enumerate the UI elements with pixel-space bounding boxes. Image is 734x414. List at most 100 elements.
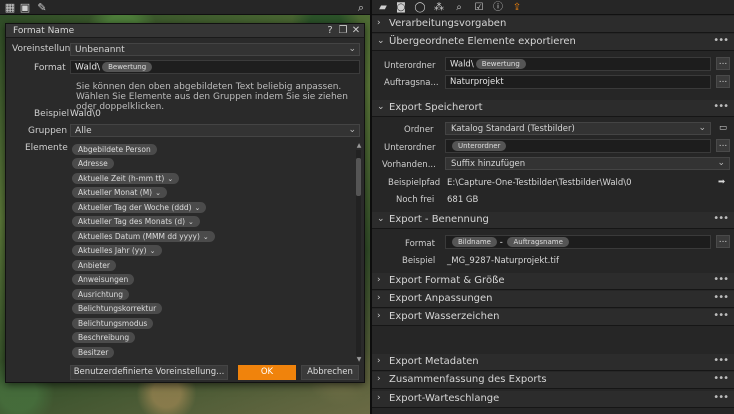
- save-preset-button[interactable]: Benutzerdefinierte Voreinstellung...: [70, 365, 228, 380]
- chevron-down-icon[interactable]: ⌄: [203, 233, 209, 241]
- scrollbar-thumb[interactable]: [356, 158, 361, 196]
- section-wasserzeichen[interactable]: › Export Wasserzeichen •••: [372, 309, 734, 326]
- chevron-down-icon[interactable]: ⌄: [188, 218, 194, 226]
- element-chip[interactable]: Aktuelles Jahr (yy) ⌄: [72, 245, 162, 256]
- groups-value: Alle: [75, 126, 92, 136]
- arrow-right-icon[interactable]: ➡: [718, 177, 725, 187]
- element-chip[interactable]: Beschreibung: [72, 332, 136, 343]
- more-icon[interactable]: •••: [713, 35, 729, 46]
- scroll-down-icon[interactable]: ▼: [356, 356, 362, 363]
- bn-format-label: Format: [405, 239, 435, 249]
- cancel-button[interactable]: Abbrechen: [301, 365, 359, 380]
- example-value: Wald\0: [70, 109, 101, 119]
- more-icon[interactable]: •••: [713, 310, 729, 321]
- info-icon[interactable]: ⓘ: [491, 1, 505, 14]
- check-icon[interactable]: ☑: [472, 1, 486, 14]
- export-icon[interactable]: ⇪: [510, 1, 524, 14]
- section-speicherort[interactable]: ⌄ Export Speicherort •••: [372, 100, 734, 117]
- element-chip[interactable]: Aktueller Tag des Monats (d) ⌄: [72, 216, 200, 227]
- beispielpfad-value: E:\Capture-One-Testbilder\Testbilder\Wal…: [447, 178, 632, 188]
- help-icon[interactable]: ?: [324, 25, 336, 37]
- bn-format-field[interactable]: Bildname - Auftragsname: [445, 235, 711, 249]
- section-zusammenfassung[interactable]: › Zusammenfassung des Exports •••: [372, 372, 734, 389]
- element-chip[interactable]: Besitzer: [72, 347, 115, 358]
- section-warteschlange[interactable]: › Export-Warteschlange •••: [372, 391, 734, 408]
- restore-icon[interactable]: ❐: [337, 25, 349, 37]
- more-icon[interactable]: •••: [713, 392, 729, 403]
- export-panel: ▰ ◙ ◯ ⁂ ⌕ ☑ ⓘ ⇪ › Verarbeitungsvorgaben …: [372, 0, 734, 414]
- display-icon[interactable]: ▣: [18, 1, 32, 14]
- element-chip[interactable]: Belichtungskorrektur: [72, 303, 163, 314]
- chevron-down-icon[interactable]: ⌄: [150, 247, 156, 255]
- bn-token-auftragsname[interactable]: Auftragsname: [507, 237, 569, 247]
- bn-beispiel-label: Beispiel: [402, 256, 436, 266]
- grid-icon[interactable]: ▦: [3, 1, 17, 14]
- unterordner-field[interactable]: Wald\ Bewertung: [445, 57, 711, 71]
- sp-unterordner-token[interactable]: Unterordner: [452, 141, 507, 151]
- sp-unterordner-more-button[interactable]: ...: [716, 139, 730, 152]
- unterordner-token[interactable]: Bewertung: [475, 59, 526, 69]
- section-benennung[interactable]: ⌄ Export - Benennung •••: [372, 212, 734, 229]
- element-chip[interactable]: Belichtungsmodus: [72, 318, 154, 329]
- more-icon[interactable]: •••: [713, 213, 729, 224]
- chevron-down-icon[interactable]: ⌄: [155, 189, 161, 197]
- elements-scrollbar[interactable]: [356, 150, 361, 356]
- folder-icon[interactable]: ▰: [376, 1, 390, 14]
- folder-browse-icon[interactable]: ▭: [719, 123, 727, 133]
- unterordner-more-button[interactable]: ...: [716, 57, 730, 70]
- preset-select[interactable]: Unbenannt ⌄: [70, 43, 360, 56]
- bn-format-more-button[interactable]: ...: [716, 235, 730, 248]
- more-icon[interactable]: •••: [713, 355, 729, 366]
- camera-icon[interactable]: ◙: [394, 1, 408, 14]
- ordner-select[interactable]: Katalog Standard (Testbilder) ⌄: [445, 122, 711, 135]
- unterordner-label: Unterordner: [384, 61, 436, 71]
- auftrag-field[interactable]: Naturprojekt: [445, 75, 711, 89]
- color-icon[interactable]: ⁂: [432, 1, 446, 14]
- bn-beispiel-value: _MG_9287-Naturprojekt.tif: [447, 256, 560, 266]
- close-icon[interactable]: ✕: [350, 25, 362, 37]
- element-chip[interactable]: Aktuelle Zeit (h-mm tt) ⌄: [72, 173, 180, 184]
- preset-label: Voreinstellun: [12, 44, 71, 54]
- section-verarbeitungsvorgaben[interactable]: › Verarbeitungsvorgaben: [372, 16, 734, 33]
- element-chip[interactable]: Abgebildete Person: [72, 144, 157, 155]
- element-chip[interactable]: Ausrichtung: [72, 289, 130, 300]
- chevron-right-icon: ›: [377, 293, 381, 303]
- ok-button[interactable]: OK: [238, 365, 296, 380]
- more-icon[interactable]: •••: [713, 373, 729, 384]
- scroll-up-icon[interactable]: ▲: [356, 142, 362, 149]
- bn-token-bildname[interactable]: Bildname: [452, 237, 497, 247]
- dialog-titlebar[interactable]: Format Name ? ❐ ✕: [6, 24, 364, 38]
- groups-select[interactable]: Alle ⌄: [70, 124, 360, 137]
- example-label: Beispiel: [34, 109, 70, 119]
- section-uebergeordnete[interactable]: ⌄ Übergeordnete Elemente exportieren •••: [372, 34, 734, 51]
- sp-unterordner-field[interactable]: Unterordner: [445, 139, 711, 153]
- format-token[interactable]: Bewertung: [102, 62, 153, 72]
- section-metadaten[interactable]: › Export Metadaten •••: [372, 354, 734, 371]
- section-format[interactable]: › Export Format & Größe •••: [372, 273, 734, 290]
- more-icon[interactable]: •••: [713, 274, 729, 285]
- search-icon[interactable]: ⌕: [452, 1, 466, 14]
- more-icon[interactable]: •••: [713, 292, 729, 303]
- element-chip[interactable]: Aktueller Monat (M) ⌄: [72, 187, 167, 198]
- help-text: Sie können den oben abgebildeten Text be…: [76, 82, 348, 112]
- chevron-right-icon: ›: [377, 275, 381, 285]
- element-chip[interactable]: Adresse: [72, 158, 114, 169]
- element-chip[interactable]: Aktuelles Datum (MMM dd yyyy) ⌄: [72, 231, 215, 242]
- auftrag-more-button[interactable]: ...: [716, 75, 730, 88]
- chevron-down-icon: ⌄: [348, 44, 356, 54]
- element-chip[interactable]: Anbieter: [72, 260, 116, 271]
- pipette-icon[interactable]: ✎: [35, 1, 49, 14]
- circle-icon[interactable]: ◯: [413, 1, 427, 14]
- element-chip[interactable]: Aktueller Tag der Woche (ddd) ⌄: [72, 202, 207, 213]
- format-text: Wald\: [75, 62, 101, 73]
- chevron-down-icon[interactable]: ⌄: [195, 204, 201, 212]
- elements-list: Abgebildete Person Adresse Aktuelle Zeit…: [72, 142, 355, 362]
- element-chip[interactable]: Anweisungen: [72, 274, 135, 285]
- ordner-label: Ordner: [404, 125, 434, 135]
- format-field[interactable]: Wald\ Bewertung: [70, 60, 360, 74]
- vorhanden-select[interactable]: Suffix hinzufügen ⌄: [445, 157, 730, 170]
- search-icon[interactable]: ⌕: [354, 1, 368, 14]
- chevron-down-icon[interactable]: ⌄: [167, 175, 173, 183]
- section-anpassungen[interactable]: › Export Anpassungen •••: [372, 291, 734, 308]
- more-icon[interactable]: •••: [713, 101, 729, 112]
